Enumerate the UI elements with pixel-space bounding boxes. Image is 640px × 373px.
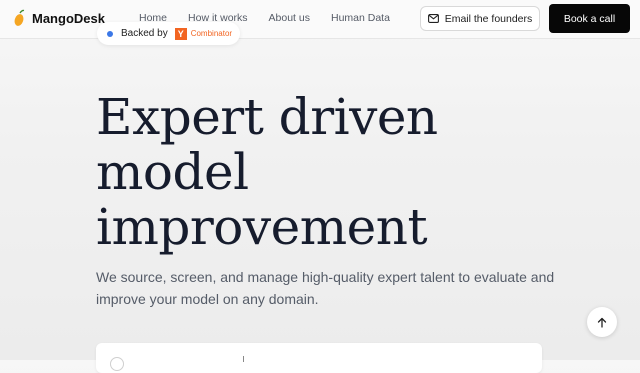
email-founders-label: Email the founders: [444, 12, 533, 25]
book-call-button[interactable]: Book a call: [549, 4, 630, 33]
mango-icon: [14, 9, 25, 26]
hero-subtitle: We source, screen, and manage high-quali…: [96, 269, 555, 307]
brand-name: MangoDesk: [32, 10, 105, 26]
arrow-up-icon: [597, 317, 607, 328]
hero-title-line-1: Expert driven: [96, 88, 438, 146]
top-navbar: MangoDesk Home How it works About us Hum…: [0, 0, 640, 39]
status-dot: [107, 30, 113, 37]
y-combinator-logo-icon: Y: [174, 27, 187, 40]
mail-icon: [427, 14, 439, 23]
card-marker: [243, 356, 244, 362]
backed-by-badge: Backed by Y Combinator: [97, 22, 240, 45]
hero-title-line-3: improvement: [96, 198, 428, 256]
brand[interactable]: MangoDesk: [12, 9, 105, 27]
email-founders-button[interactable]: Email the founders: [420, 6, 540, 31]
nav-link-about-us[interactable]: About us: [269, 12, 310, 24]
card-circle-icon: [110, 357, 124, 371]
scroll-to-top-button[interactable]: [587, 307, 617, 337]
hero-title: Expert driven model improvement: [96, 90, 566, 255]
backed-by-text: Backed by: [121, 28, 168, 39]
y-combinator-name: Combinator: [190, 29, 233, 38]
book-call-label: Book a call: [563, 12, 616, 25]
content-card: [96, 343, 542, 373]
nav-link-human-data[interactable]: Human Data: [331, 12, 390, 24]
hero-title-line-2: model: [96, 143, 249, 201]
